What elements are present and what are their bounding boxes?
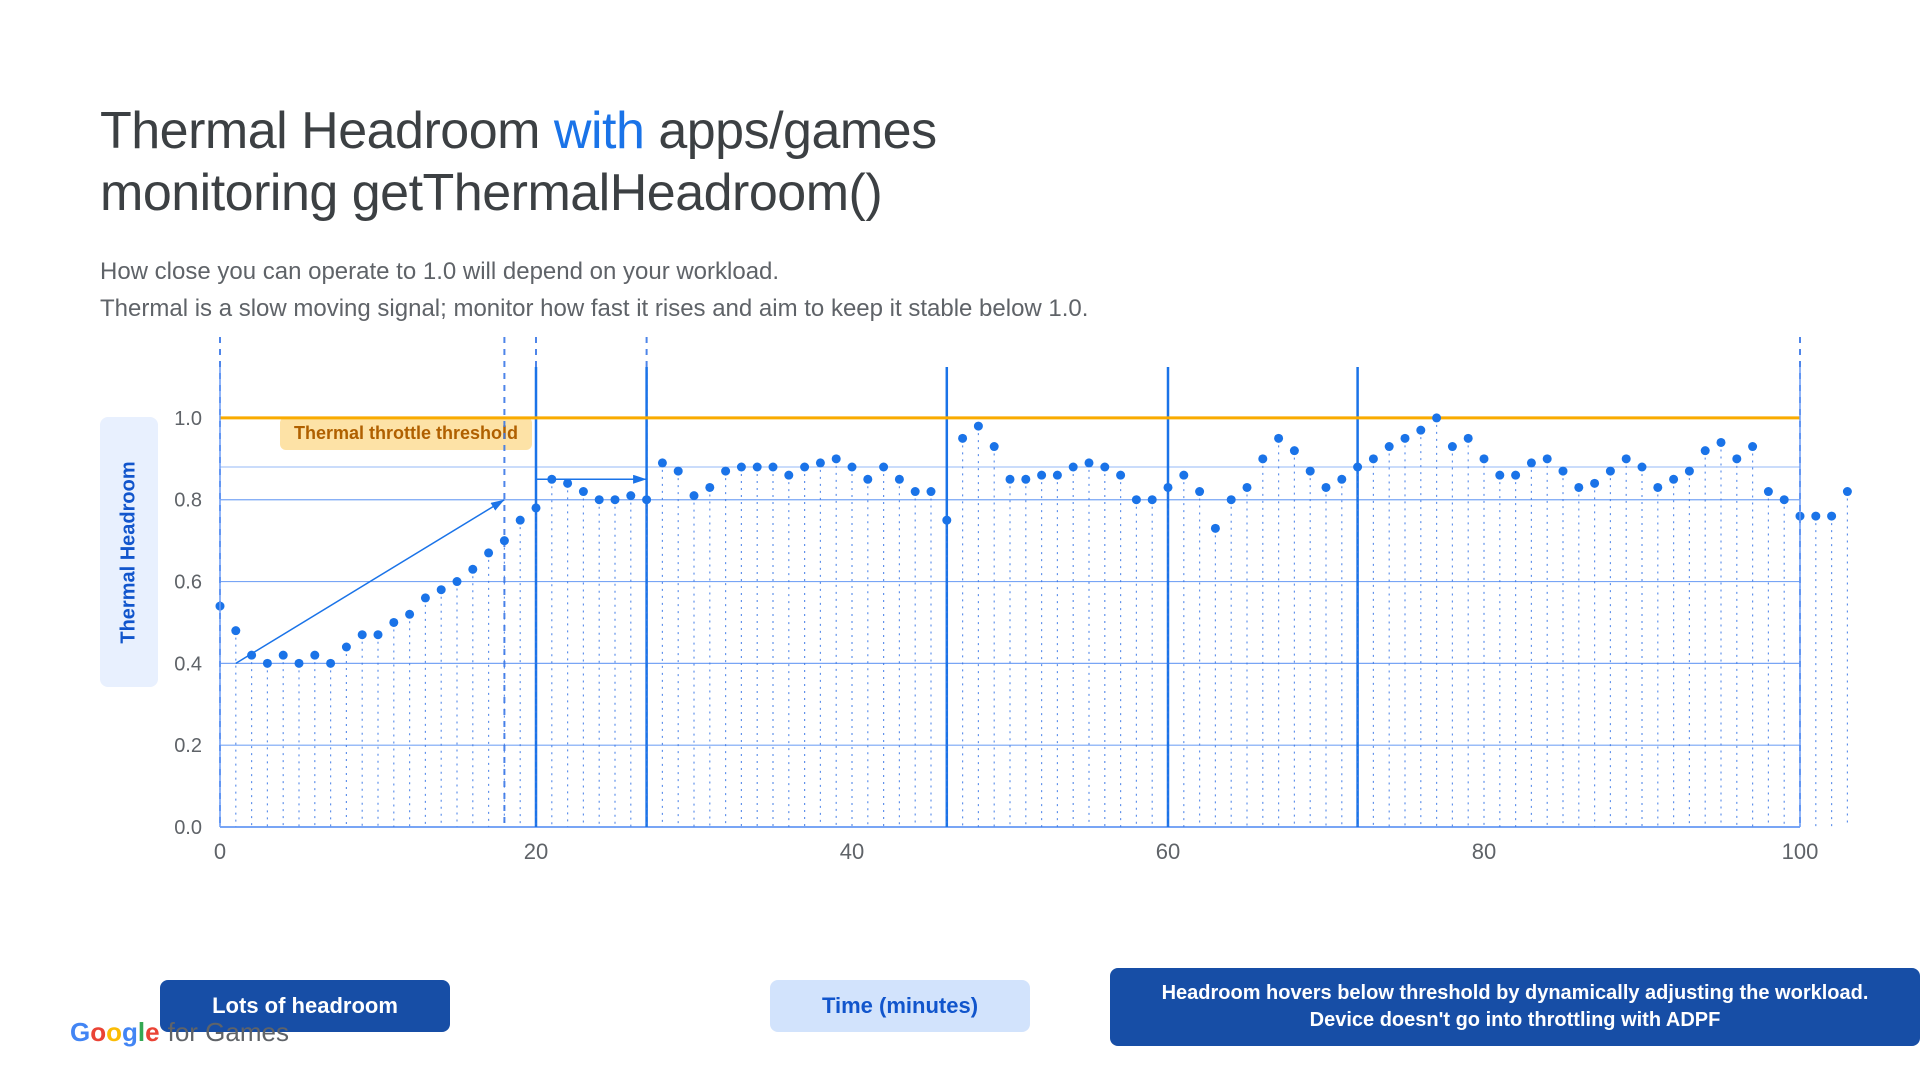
google-logo: Google	[70, 1017, 160, 1048]
svg-text:0.4: 0.4	[174, 654, 202, 676]
svg-text:1.0: 1.0	[174, 408, 202, 430]
x-axis-label: Time (minutes)	[770, 980, 1030, 1032]
svg-text:0: 0	[214, 839, 226, 864]
subtitle: How close you can operate to 1.0 will de…	[100, 253, 1500, 327]
svg-text:0.2: 0.2	[174, 735, 202, 757]
svg-text:20: 20	[524, 839, 548, 864]
svg-text:60: 60	[1156, 839, 1180, 864]
chart: Thermal Headroom Thermal throttle thresh…	[100, 357, 1820, 877]
svg-text:0.6: 0.6	[174, 572, 202, 594]
chart-svg: 0.0 0.2 0.4 0.6 0.8 1.0 0 20 40 60 80 100	[100, 357, 1820, 877]
svg-text:0.0: 0.0	[174, 817, 202, 839]
brand-footer: Google for Games	[70, 1017, 289, 1048]
svg-text:100: 100	[1782, 839, 1819, 864]
page-title: Thermal Headroom with apps/games monitor…	[100, 100, 1820, 225]
headroom-hovers-badge: Headroom hovers below threshold by dynam…	[1110, 968, 1920, 1046]
svg-text:80: 80	[1472, 839, 1496, 864]
svg-text:0.8: 0.8	[174, 490, 202, 512]
svg-text:40: 40	[840, 839, 864, 864]
